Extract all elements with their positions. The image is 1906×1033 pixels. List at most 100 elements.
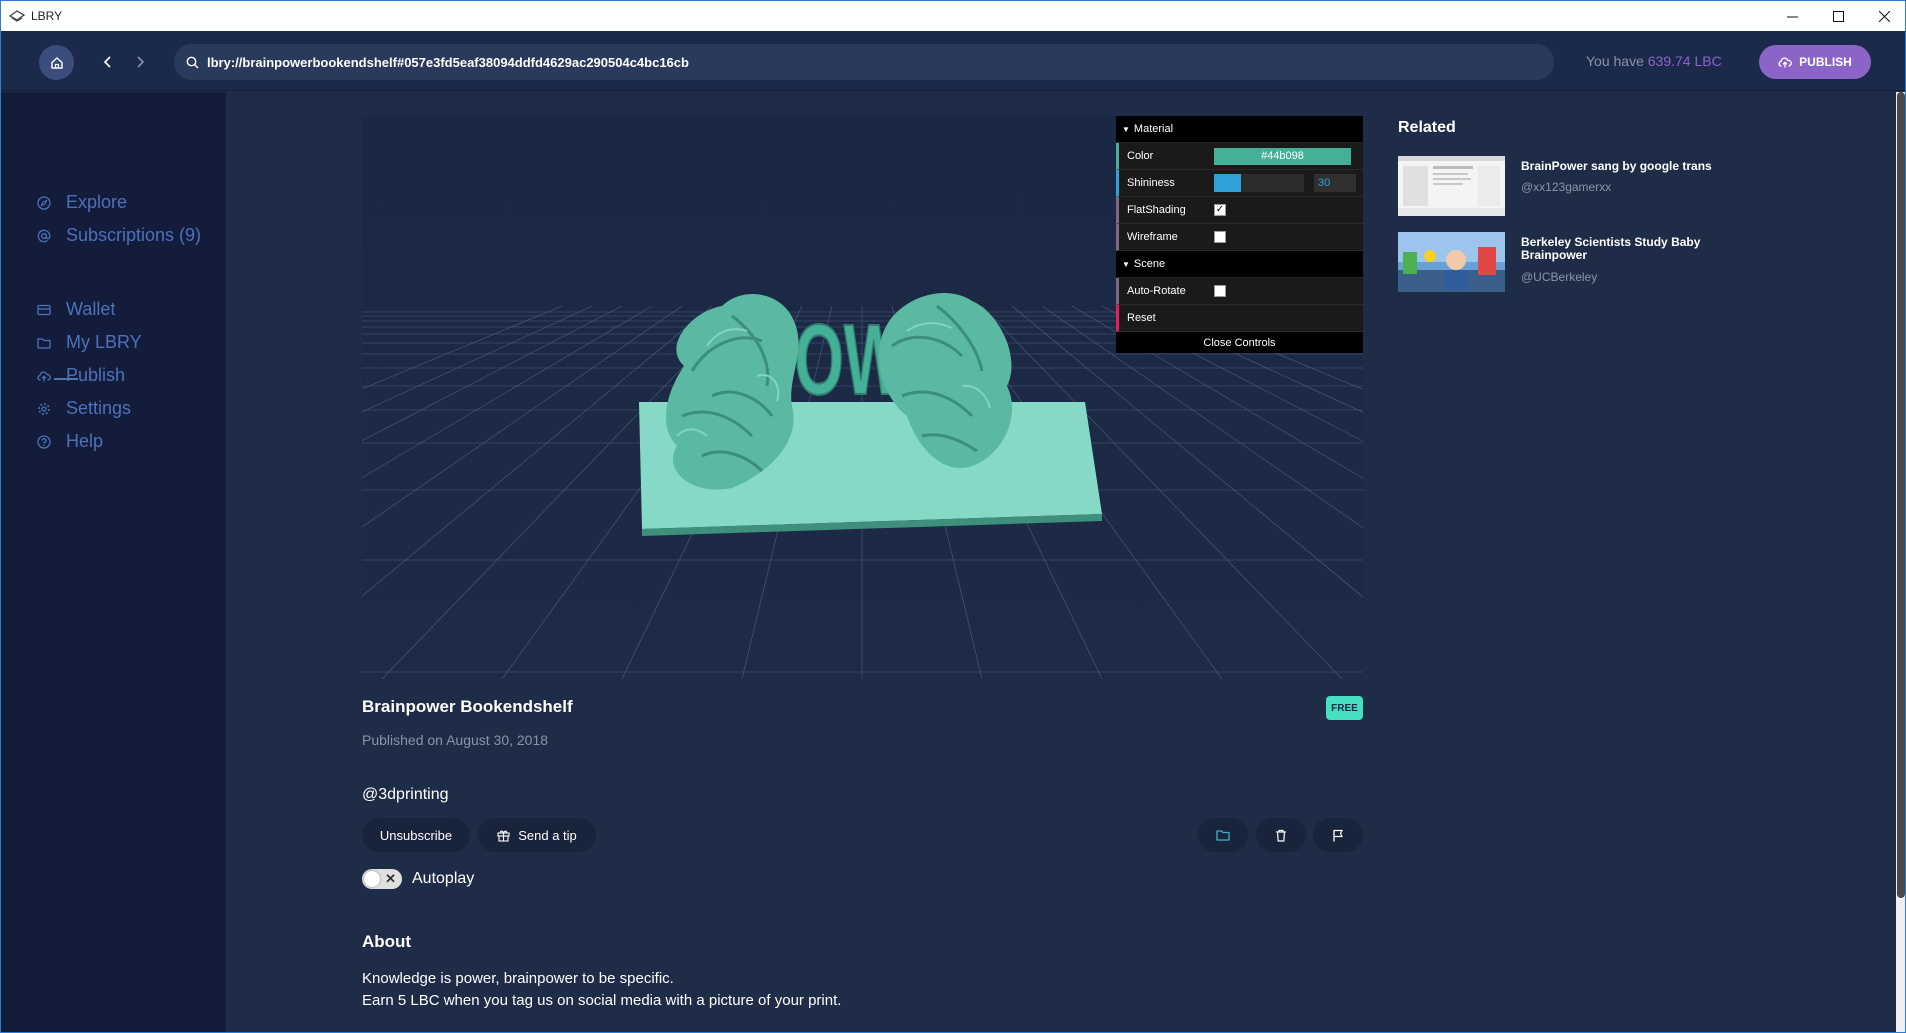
scrollbar-thumb[interactable] xyxy=(1897,92,1905,898)
compass-icon xyxy=(37,195,51,210)
3d-model-viewer[interactable]: POWER ▼ Material Color #44b098 Shininess… xyxy=(362,116,1363,679)
publish-button[interactable]: PUBLISH xyxy=(1759,45,1871,79)
sidebar-item-publish[interactable]: Publish xyxy=(37,365,125,386)
sidebar-item-label: My LBRY xyxy=(66,332,142,352)
url-input[interactable] xyxy=(207,54,1527,70)
related-heading: Related xyxy=(1398,119,1456,136)
related-thumbnail[interactable] xyxy=(1398,156,1505,216)
publish-label: PUBLISH xyxy=(1799,55,1852,69)
related-title[interactable]: Berkeley Scientists Study Baby Brainpowe… xyxy=(1521,236,1751,262)
maximize-icon xyxy=(1832,10,1844,22)
flatshading-label: FlatShading xyxy=(1127,204,1186,216)
sidebar-item-label: Publish xyxy=(66,365,126,385)
toggle-off-icon: ✕ xyxy=(385,871,396,886)
minimize-button[interactable] xyxy=(1769,1,1815,31)
upload-cloud-icon xyxy=(37,371,51,381)
color-picker[interactable]: #44b098 xyxy=(1214,147,1351,165)
model-controls-panel: ▼ Material Color #44b098 Shininess 30 Fl… xyxy=(1116,116,1363,353)
delete-button[interactable] xyxy=(1256,818,1306,852)
home-icon xyxy=(50,56,63,69)
sidebar-item-subscriptions[interactable]: Subscriptions (9) xyxy=(37,225,201,246)
thumbnail-image xyxy=(1398,156,1505,216)
sidebar-item-explore[interactable]: Explore xyxy=(37,192,127,213)
search-icon xyxy=(186,56,199,68)
wireframe-label: Wireframe xyxy=(1127,231,1178,243)
autoplay-toggle[interactable]: ✕ xyxy=(362,869,402,889)
sidebar-item-help[interactable]: Help xyxy=(37,431,103,452)
thumbnail-image xyxy=(1398,232,1505,292)
title-bar: LBRY xyxy=(1,1,1905,31)
related-item[interactable]: BrainPower sang by google trans @xx123ga… xyxy=(1398,156,1798,216)
sidebar-item-label: Subscriptions (9) xyxy=(66,225,202,245)
triangle-down-icon: ▼ xyxy=(1122,124,1130,134)
close-icon xyxy=(1878,10,1890,22)
send-tip-label: Send a tip xyxy=(518,827,577,843)
autorotate-checkbox[interactable] xyxy=(1214,285,1226,297)
sidebar-item-label: Help xyxy=(66,431,104,451)
send-tip-button[interactable]: Send a tip xyxy=(478,818,596,852)
scene-folder[interactable]: ▼ Scene xyxy=(1116,251,1363,278)
wireframe-control: Wireframe xyxy=(1116,224,1363,251)
flatshading-checkbox[interactable]: ✓ xyxy=(1214,204,1226,216)
app-header: You have 639.74 LBC PUBLISH xyxy=(1,31,1905,91)
sidebar-item-label: Wallet xyxy=(66,299,116,319)
material-folder-label: Material xyxy=(1133,123,1174,135)
shininess-slider[interactable] xyxy=(1214,174,1304,192)
about-description: Knowledge is power, brainpower to be spe… xyxy=(362,968,841,1012)
related-channel[interactable]: @xx123gamerxx xyxy=(1521,180,1611,194)
wallet-balance: You have 639.74 LBC xyxy=(1586,53,1722,69)
color-control: Color #44b098 xyxy=(1116,143,1363,170)
shininess-label: Shininess xyxy=(1127,177,1175,189)
minimize-icon xyxy=(1786,16,1798,17)
sidebar: Explore Subscriptions (9) Wallet My LBRY… xyxy=(1,92,226,1032)
forward-button[interactable] xyxy=(129,49,151,75)
content-title: Brainpower Bookendshelf xyxy=(362,697,573,716)
related-channel[interactable]: @UCBerkeley xyxy=(1521,270,1597,284)
app-window: LBRY lbry://brainpowerbookendshelf#057e3… xyxy=(0,0,1906,1033)
close-controls-label: Close Controls xyxy=(1203,336,1276,349)
sidebar-item-wallet[interactable]: Wallet xyxy=(37,299,115,320)
lbry-logo-icon xyxy=(9,10,25,22)
balance-amount: 639.74 LBC xyxy=(1647,53,1722,69)
close-controls-button[interactable]: Close Controls xyxy=(1116,332,1363,353)
back-button[interactable] xyxy=(97,49,119,75)
maximize-button[interactable] xyxy=(1815,1,1861,31)
color-label: Color xyxy=(1127,150,1154,162)
autorotate-control: Auto-Rotate xyxy=(1116,278,1363,305)
reset-button[interactable]: Reset xyxy=(1116,305,1363,332)
report-button[interactable] xyxy=(1313,818,1363,852)
reset-label: Reset xyxy=(1127,312,1156,324)
home-button[interactable] xyxy=(39,45,74,80)
about-heading: About xyxy=(362,932,412,951)
chevron-left-icon xyxy=(103,56,111,68)
about-line: Earn 5 LBC when you tag us on social med… xyxy=(362,992,842,1009)
sidebar-item-settings[interactable]: Settings xyxy=(37,398,131,419)
free-badge: FREE xyxy=(1326,696,1363,720)
url-bar[interactable] xyxy=(174,44,1554,80)
wireframe-checkbox[interactable] xyxy=(1214,231,1226,243)
shininess-slider-fill xyxy=(1214,174,1241,192)
chevron-right-icon xyxy=(137,56,145,68)
toggle-knob xyxy=(364,871,380,887)
related-item[interactable]: Berkeley Scientists Study Baby Brainpowe… xyxy=(1398,232,1798,292)
scene-folder-label: Scene xyxy=(1133,258,1166,270)
sidebar-item-label: Explore xyxy=(66,192,128,212)
autoplay-toggle-row: ✕ Autoplay xyxy=(362,869,474,889)
help-icon xyxy=(37,434,51,449)
about-line: Knowledge is power, brainpower to be spe… xyxy=(362,970,674,987)
sidebar-item-my-lbry[interactable]: My LBRY xyxy=(37,332,142,353)
upload-cloud-icon xyxy=(1778,57,1793,68)
unsubscribe-button[interactable]: Unsubscribe xyxy=(362,818,470,852)
channel-link[interactable]: @3dprinting xyxy=(362,786,449,804)
related-title[interactable]: BrainPower sang by google trans xyxy=(1521,160,1751,173)
shininess-input[interactable]: 30 xyxy=(1314,174,1356,192)
close-window-button[interactable] xyxy=(1861,1,1905,31)
open-folder-button[interactable] xyxy=(1198,818,1248,852)
wallet-icon xyxy=(37,304,51,315)
flatshading-control: FlatShading ✓ xyxy=(1116,197,1363,224)
at-icon xyxy=(37,229,51,242)
related-thumbnail[interactable] xyxy=(1398,232,1505,292)
material-folder[interactable]: ▼ Material xyxy=(1116,116,1363,143)
autorotate-label: Auto-Rotate xyxy=(1127,285,1186,297)
published-date: Published on August 30, 2018 xyxy=(362,732,549,748)
